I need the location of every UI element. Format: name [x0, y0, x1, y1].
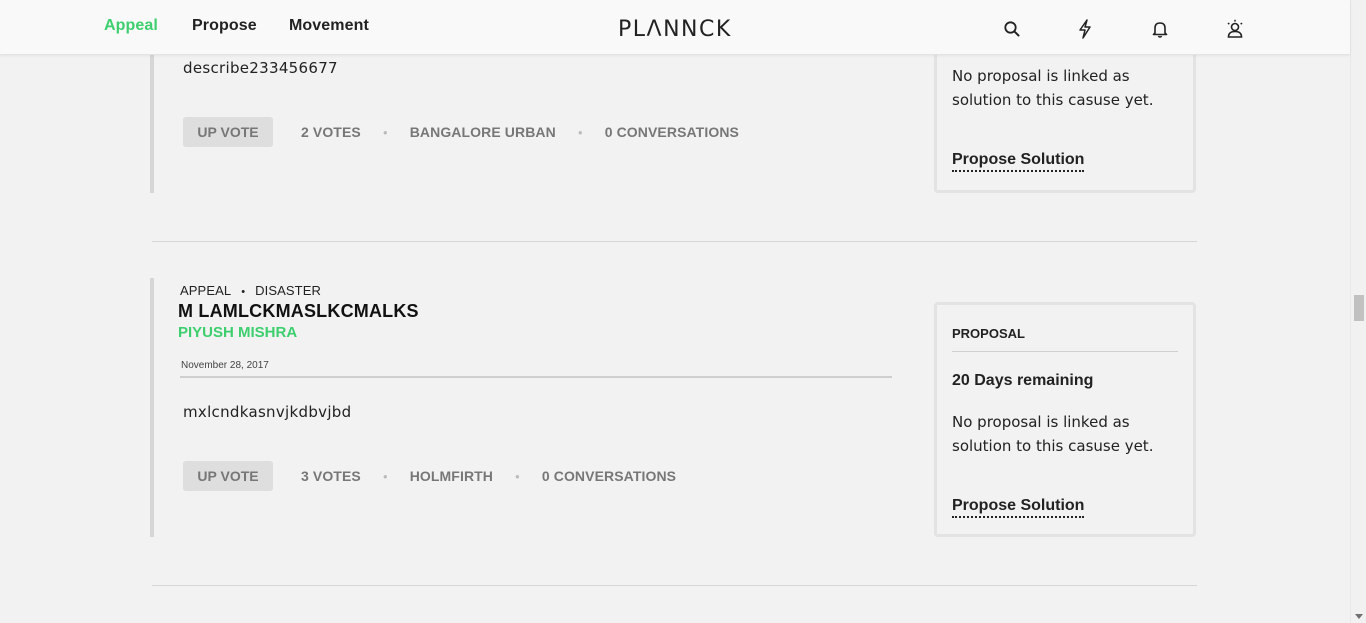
conversations-link[interactable]: 0 CONVERSATIONS [605, 124, 739, 140]
vertical-scrollbar[interactable] [1350, 0, 1366, 623]
panel-text: No proposal is linked as solution to thi… [952, 67, 1154, 109]
card-meta: APPEAL • DISASTER [180, 283, 321, 298]
card-author[interactable]: PIYUSH MISHRA [178, 324, 297, 341]
nav-propose-link[interactable]: Propose [192, 17, 257, 35]
upvote-button[interactable]: UP VOTE [183, 461, 273, 491]
card-left-border [150, 278, 154, 537]
scroll-down-arrow-icon[interactable] [1355, 614, 1363, 619]
panel-text: No proposal is linked as solution to thi… [952, 413, 1154, 455]
proposal-panel: PROPOSAL 20 Days remaining No proposal i… [934, 302, 1196, 537]
days-remaining: 20 Days remaining [952, 372, 1094, 389]
separator-dot: • [241, 286, 246, 298]
bell-icon[interactable] [1150, 18, 1170, 40]
top-navbar: Appeal Propose Movement PLΛNNCK [0, 0, 1350, 55]
card-description: mxlcndkasnvjkdbvjbd [183, 403, 352, 421]
conversations-link[interactable]: 0 CONVERSATIONS [542, 468, 676, 484]
location-label[interactable]: HOLMFIRTH [410, 468, 493, 484]
card-date: November 28, 2017 [181, 360, 269, 371]
location-label[interactable]: BANGALORE URBAN [410, 124, 556, 140]
scroll-thumb[interactable] [1354, 295, 1364, 321]
user-profile-icon[interactable] [1225, 18, 1245, 40]
search-icon[interactable] [1002, 18, 1022, 40]
nav-appeal-link[interactable]: Appeal [104, 17, 158, 35]
card-type[interactable]: APPEAL [180, 283, 231, 298]
separator-dot: ● [382, 471, 388, 481]
upvote-button[interactable]: UP VOTE [183, 117, 273, 147]
lightning-icon[interactable] [1075, 18, 1095, 40]
panel-separator [952, 351, 1178, 352]
panel-heading: PROPOSAL [952, 326, 1025, 341]
votes-count: 3 VOTES [301, 468, 361, 484]
separator-dot: ● [382, 127, 388, 137]
propose-solution-link[interactable]: Propose Solution [952, 497, 1085, 518]
logo[interactable]: PLΛNNCK [618, 17, 732, 42]
card-actions: UP VOTE 3 VOTES ● HOLMFIRTH ● 0 CONVERSA… [183, 461, 676, 491]
propose-solution-link[interactable]: Propose Solution [952, 151, 1085, 172]
appeal-card: APPEAL • DISASTER M LAMLCKMASLKCMALKS PIYU… [150, 278, 1196, 538]
card-description: describe233456677 [183, 59, 338, 77]
card-category[interactable]: DISASTER [255, 283, 321, 298]
card-divider [152, 585, 1197, 586]
date-underline [180, 376, 892, 378]
card-title[interactable]: M LAMLCKMASLKCMALKS [178, 301, 419, 322]
separator-dot: ● [577, 127, 583, 137]
votes-count: 2 VOTES [301, 124, 361, 140]
card-actions: UP VOTE 2 VOTES ● BANGALORE URBAN ● 0 CO… [183, 117, 739, 147]
card-divider [152, 241, 1197, 242]
separator-dot: ● [515, 471, 520, 481]
nav-movement-link[interactable]: Movement [289, 17, 369, 35]
